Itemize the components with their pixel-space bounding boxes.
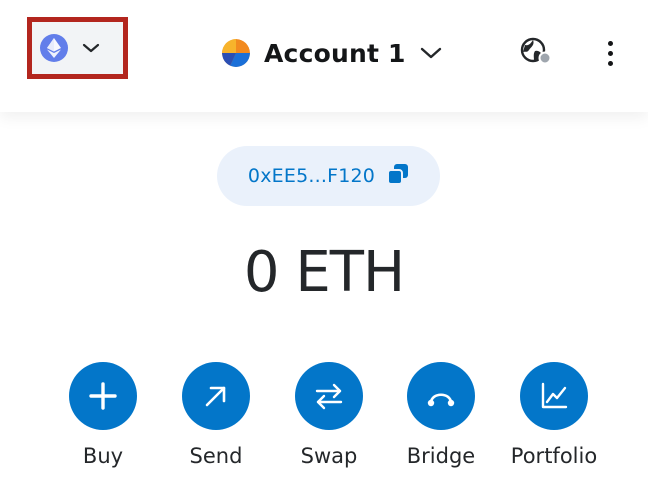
ethereum-icon [40, 34, 68, 62]
arrow-up-right-icon [182, 362, 250, 430]
account-avatar [222, 39, 250, 67]
network-picker-button[interactable] [27, 17, 128, 79]
portfolio-label: Portfolio [510, 444, 598, 468]
copy-address-button[interactable]: 0xEE5...F120 [217, 146, 440, 206]
swap-label: Swap [300, 444, 358, 468]
swap-arrows-icon [295, 362, 363, 430]
buy-button[interactable]: Buy [47, 362, 159, 468]
send-label: Send [189, 444, 243, 468]
plus-icon [69, 362, 137, 430]
swap-button[interactable]: Swap [273, 362, 385, 468]
wallet-home: Account 1 0xEE5...F120 0 ETH Buy Send Sw… [0, 0, 648, 491]
account-picker-button[interactable]: Account 1 [222, 34, 442, 72]
account-name: Account 1 [264, 38, 406, 68]
send-button[interactable]: Send [160, 362, 272, 468]
bridge-label: Bridge [406, 444, 476, 468]
chevron-down-icon [82, 42, 100, 54]
portfolio-button[interactable]: Portfolio [498, 362, 610, 468]
chevron-down-icon [420, 46, 442, 60]
bridge-button[interactable]: Bridge [385, 362, 497, 468]
account-address: 0xEE5...F120 [247, 165, 376, 187]
kebab-menu-icon[interactable] [598, 38, 622, 68]
copy-icon [387, 163, 409, 189]
chart-icon [520, 362, 588, 430]
header: Account 1 [0, 0, 648, 112]
balance-display: 0 ETH [243, 240, 405, 305]
action-bar: Buy Send Swap Bridge Portfolio [0, 362, 648, 482]
globe-icon[interactable] [519, 37, 555, 69]
bridge-icon [407, 362, 475, 430]
buy-label: Buy [82, 444, 124, 468]
